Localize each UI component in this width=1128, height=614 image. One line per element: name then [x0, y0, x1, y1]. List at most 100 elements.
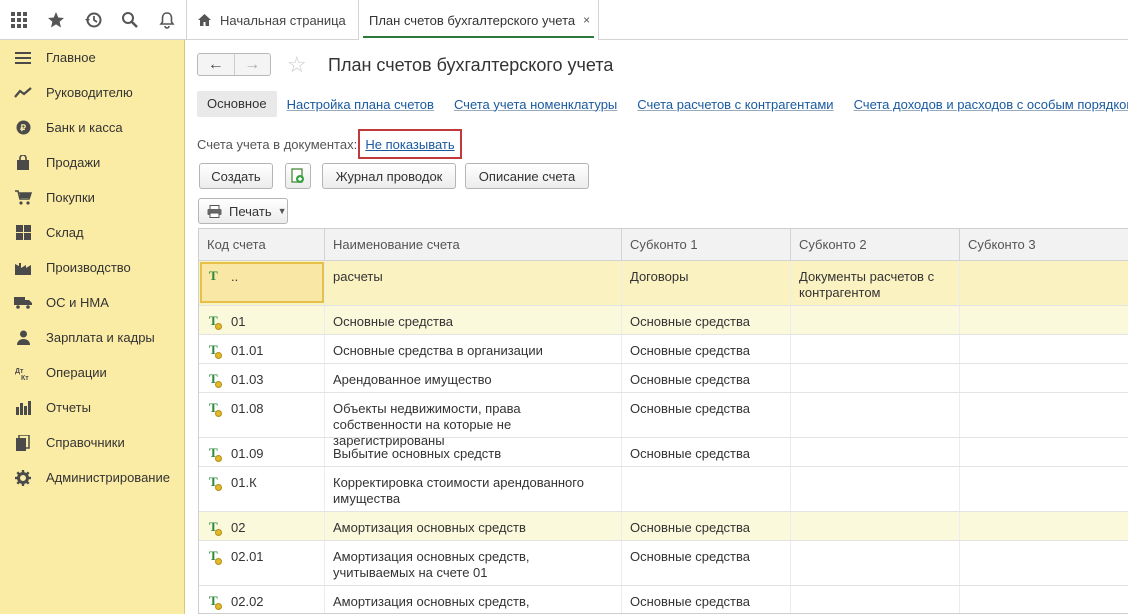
subconto-cell[interactable]	[960, 261, 1128, 305]
subconto-cell[interactable]	[960, 306, 1128, 334]
table-row[interactable]: T 02 Амортизация основных средств Основные …	[199, 512, 1128, 541]
tab-accounts-chart[interactable]: План счетов бухгалтерского учета ×	[358, 0, 598, 40]
table-row[interactable]: T 01.03 Арендованное имущество Основные сре…	[199, 364, 1128, 393]
account-name-cell[interactable]: Объекты недвижимости, права собственност…	[325, 393, 622, 448]
account-name-cell[interactable]: Амортизация основных средств, учитываемы…	[325, 541, 622, 585]
subconto-cell[interactable]	[960, 393, 1128, 437]
code-cell[interactable]: T 01	[199, 306, 325, 334]
create-button[interactable]: Создать	[199, 163, 273, 189]
subconto-cell[interactable]	[791, 438, 960, 466]
sidebar-item[interactable]: Производство	[0, 250, 185, 285]
table-row[interactable]: T 01.09 Выбытие основных средств Основные с…	[199, 438, 1128, 467]
code-cell[interactable]: T 02.01	[199, 541, 325, 585]
table-row[interactable]: T.. расчеты Договоры Документы расчетов с к…	[199, 261, 1128, 306]
sidebar-item[interactable]: Администрирование	[0, 460, 185, 495]
sidebar-item[interactable]: Главное	[0, 40, 185, 75]
code-cell[interactable]: T 01.09	[199, 438, 325, 466]
sidebar-item[interactable]: Дт Кт Операции	[0, 355, 185, 390]
subconto-cell[interactable]: Основные средства	[622, 335, 791, 363]
section-main[interactable]: Основное	[197, 91, 277, 117]
journal-button[interactable]: Журнал проводок	[322, 163, 456, 189]
code-cell[interactable]: T 02	[199, 512, 325, 540]
sidebar-item[interactable]: Справочники	[0, 425, 185, 460]
subconto-cell[interactable]	[960, 335, 1128, 363]
sidebar-item[interactable]: Зарплата и кадры	[0, 320, 185, 355]
column-header[interactable]: Субконто 3	[960, 229, 1128, 260]
subconto-cell[interactable]	[791, 467, 960, 511]
table-row[interactable]: T 01.08 Объекты недвижимости, права собств…	[199, 393, 1128, 448]
code-cell[interactable]: T 01.К	[199, 467, 325, 511]
subconto-cell[interactable]	[791, 541, 960, 585]
table-row[interactable]: T 02.02 Амортизация основных средств, учит…	[199, 586, 1128, 613]
sidebar-item[interactable]: ₽ Банк и касса	[0, 110, 185, 145]
subconto-cell[interactable]	[791, 364, 960, 392]
section-link[interactable]: Счета учета номенклатуры	[454, 97, 617, 112]
subconto-cell[interactable]	[791, 335, 960, 363]
account-name-cell[interactable]: Корректировка стоимости арендованного им…	[325, 467, 622, 511]
back-arrow-icon[interactable]: ←	[198, 54, 234, 75]
account-name-cell[interactable]: Амортизация основных средств	[325, 512, 622, 540]
sidebar-item[interactable]: Продажи	[0, 145, 185, 180]
copy-button[interactable]	[285, 163, 311, 189]
subconto-cell[interactable]: Основные средства	[622, 306, 791, 334]
forward-arrow-icon[interactable]: →	[233, 54, 271, 75]
sidebar-item[interactable]: Покупки	[0, 180, 185, 215]
do-not-show-link[interactable]: Не показывать	[365, 137, 454, 152]
code-cell[interactable]: T 02.02	[199, 586, 325, 613]
sidebar-item[interactable]: Отчеты	[0, 390, 185, 425]
subconto-cell[interactable]: Документы расчетов с контрагентом	[791, 261, 960, 305]
subconto-cell[interactable]	[960, 512, 1128, 540]
table-row[interactable]: T 01.К Корректировка стоимости арендованно…	[199, 467, 1128, 512]
account-name-cell[interactable]: расчеты	[325, 261, 622, 305]
subconto-cell[interactable]: Основные средства	[622, 541, 791, 585]
subconto-cell[interactable]: Основные средства	[622, 512, 791, 540]
table-row[interactable]: T 01 Основные средства Основные средства	[199, 306, 1128, 335]
subconto-cell[interactable]: Основные средства	[622, 586, 791, 613]
close-tab-icon[interactable]: ×	[583, 13, 590, 27]
subconto-cell[interactable]	[791, 306, 960, 334]
code-cell[interactable]: T 01.08	[199, 393, 325, 437]
account-name-cell[interactable]: Основные средства в организации	[325, 335, 622, 363]
sidebar-item[interactable]: Склад	[0, 215, 185, 250]
table-row[interactable]: T 02.01 Амортизация основных средств, учит…	[199, 541, 1128, 586]
subconto-cell[interactable]	[622, 467, 791, 511]
code-cell[interactable]: T..	[199, 261, 325, 305]
section-link[interactable]: Настройка плана счетов	[287, 97, 434, 112]
code-cell[interactable]: T 01.01	[199, 335, 325, 363]
search-icon[interactable]	[111, 0, 148, 40]
subconto-cell[interactable]: Основные средства	[622, 438, 791, 466]
apps-grid-icon[interactable]	[0, 0, 37, 40]
history-icon[interactable]	[74, 0, 111, 40]
account-name-cell[interactable]: Амортизация основных средств, учитываемы…	[325, 586, 622, 613]
sidebar-item[interactable]: Руководителю	[0, 75, 185, 110]
section-link[interactable]: Счета расчетов с контрагентами	[637, 97, 833, 112]
favorite-star-icon[interactable]: ☆	[287, 54, 307, 76]
subconto-cell[interactable]: Основные средства	[622, 393, 791, 437]
account-name-cell[interactable]: Основные средства	[325, 306, 622, 334]
tab-home[interactable]: Начальная страница	[186, 0, 358, 40]
column-header[interactable]: Наименование счета	[325, 229, 622, 260]
subconto-cell[interactable]	[791, 512, 960, 540]
account-description-button[interactable]: Описание счета	[465, 163, 589, 189]
account-name-cell[interactable]: Арендованное имущество	[325, 364, 622, 392]
doc-accounts-toggle[interactable]: Не показывать	[358, 129, 462, 159]
table-row[interactable]: T 01.01 Основные средства в организации Осн…	[199, 335, 1128, 364]
subconto-cell[interactable]: Договоры	[622, 261, 791, 305]
subconto-cell[interactable]	[960, 438, 1128, 466]
subconto-cell[interactable]	[960, 467, 1128, 511]
column-header[interactable]: Субконто 2	[791, 229, 960, 260]
column-header[interactable]: Код счета	[199, 229, 325, 260]
column-header[interactable]: Субконто 1	[622, 229, 791, 260]
subconto-cell[interactable]	[960, 364, 1128, 392]
code-cell[interactable]: T 01.03	[199, 364, 325, 392]
bell-icon[interactable]	[148, 0, 185, 40]
account-name-cell[interactable]: Выбытие основных средств	[325, 438, 622, 466]
subconto-cell[interactable]	[960, 541, 1128, 585]
favorites-star-icon[interactable]	[37, 0, 74, 40]
subconto-cell[interactable]	[791, 393, 960, 437]
subconto-cell[interactable]: Основные средства	[622, 364, 791, 392]
print-button[interactable]: Печать ▼	[198, 198, 288, 224]
subconto-cell[interactable]	[791, 586, 960, 613]
section-link[interactable]: Счета доходов и расходов с особым порядк…	[854, 97, 1128, 112]
subconto-cell[interactable]	[960, 586, 1128, 613]
